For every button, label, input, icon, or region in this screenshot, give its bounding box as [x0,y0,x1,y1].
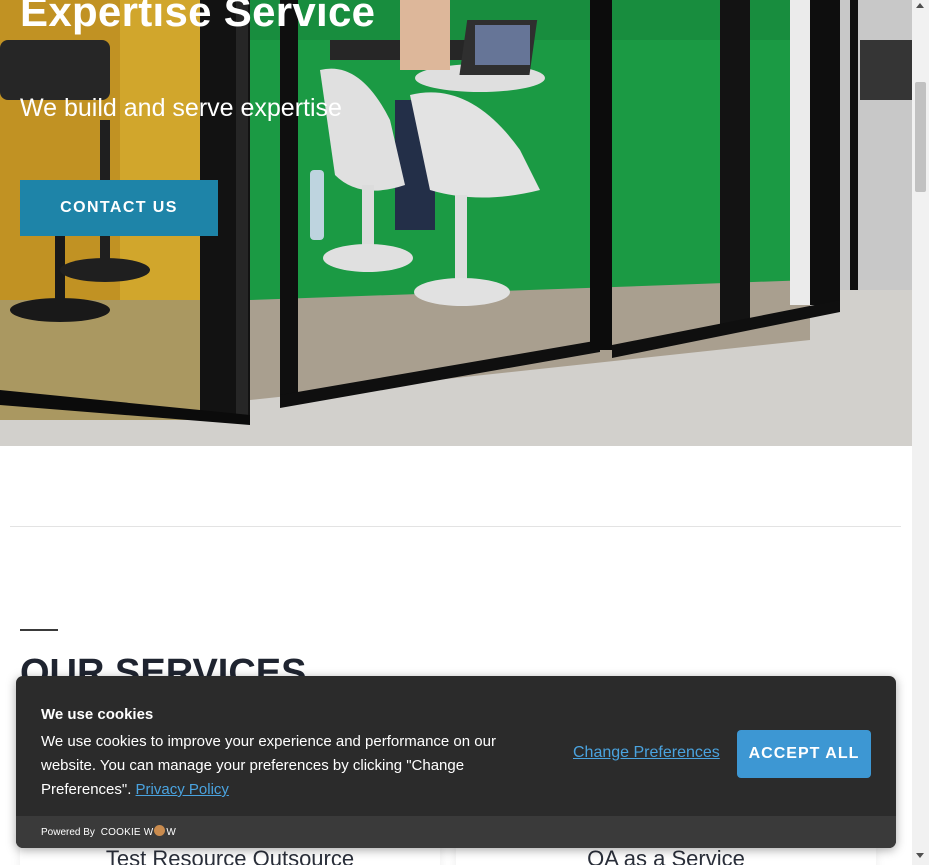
scroll-down-arrow-icon[interactable] [916,853,924,858]
accept-all-button[interactable]: ACCEPT ALL [737,730,871,778]
section-divider [10,526,901,527]
cookie-banner-footer: Powered By COOKIE W W [16,816,896,848]
hero-banner: Expertise Service We build and serve exp… [0,0,912,446]
powered-by-label[interactable]: Powered By COOKIE W W [41,825,176,838]
cookie-banner-message: We use cookies to improve your experienc… [41,733,496,798]
hero-title: Expertise Service [20,0,376,35]
hero-subtitle: We build and serve expertise [20,94,342,122]
cookie-banner: We use cookies We use cookies to improve… [16,676,896,848]
section-accent-line [20,629,58,631]
cookie-icon [154,825,166,836]
scroll-up-arrow-icon[interactable] [916,3,924,8]
change-preferences-link[interactable]: Change Preferences [573,744,720,762]
cookiewow-brand-text: COOKIE W [100,827,154,838]
powered-by-text: Powered By [41,827,95,838]
cookiewow-brand-end: W [166,827,177,838]
cookie-banner-title: We use cookies [41,706,154,723]
page-scrollbar[interactable] [912,0,929,865]
cookiewow-logo: COOKIE W W [100,825,177,838]
contact-us-button[interactable]: CONTACT US [20,180,218,236]
privacy-policy-link[interactable]: Privacy Policy [136,781,229,798]
cookie-banner-text: We use cookies to improve your experienc… [41,730,521,802]
scrollbar-thumb[interactable] [915,82,926,192]
